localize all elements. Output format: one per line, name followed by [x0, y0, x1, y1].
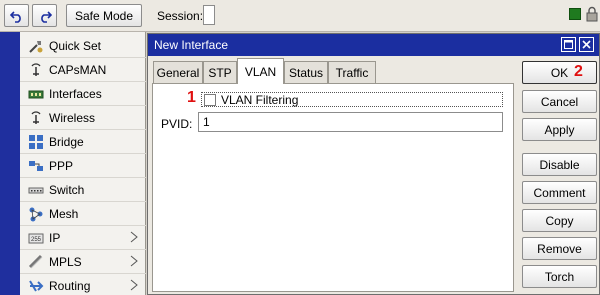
lock-icon	[586, 6, 598, 22]
sidebar-item-ip[interactable]: 255 IP	[20, 226, 146, 250]
tab-traffic[interactable]: Traffic	[328, 61, 376, 83]
comment-button[interactable]: Comment	[522, 181, 597, 204]
sidebar-item-bridge[interactable]: Bridge	[20, 130, 146, 154]
sidebar-item-quick-set[interactable]: Quick Set	[20, 34, 146, 58]
sidebar-item-ppp[interactable]: PPP	[20, 154, 146, 178]
sidebar-item-capsman[interactable]: CAPsMAN	[20, 58, 146, 82]
sidebar-item-switch[interactable]: Switch	[20, 178, 146, 202]
tab-status[interactable]: Status	[284, 61, 328, 83]
sidebar-item-label: CAPsMAN	[49, 62, 107, 77]
close-icon	[582, 40, 591, 49]
ok-button[interactable]: OK	[522, 61, 597, 84]
sidebar-item-mesh[interactable]: Mesh	[20, 202, 146, 226]
bridge-icon	[28, 134, 44, 150]
vlan-filtering-label: VLAN Filtering	[221, 92, 299, 107]
routing-icon	[28, 278, 44, 294]
sidebar-item-label: MPLS	[49, 254, 82, 269]
sidebar-item-label: Quick Set	[49, 38, 102, 53]
safe-mode-button[interactable]: Safe Mode	[66, 4, 142, 27]
svg-text:255: 255	[31, 237, 42, 243]
annotation-marker-1: 1	[187, 89, 196, 106]
new-interface-dialog: New Interface General STP VLAN Status Tr…	[147, 33, 600, 295]
tab-vlan[interactable]: VLAN	[237, 58, 284, 84]
sidebar-item-label: Mesh	[49, 206, 79, 221]
apply-button[interactable]: Apply	[522, 118, 597, 141]
disable-button[interactable]: Disable	[522, 153, 597, 176]
submenu-arrow-icon	[130, 255, 138, 267]
interfaces-icon	[28, 86, 44, 102]
cancel-button[interactable]: Cancel	[522, 90, 597, 113]
undo-button[interactable]	[4, 4, 29, 27]
submenu-arrow-icon	[130, 279, 138, 291]
wireless-icon	[28, 110, 44, 126]
dialog-titlebar[interactable]: New Interface	[148, 34, 599, 56]
close-button[interactable]	[579, 37, 594, 52]
remove-button[interactable]: Remove	[522, 237, 597, 260]
winbox-side-strip	[0, 32, 20, 295]
redo-button[interactable]	[32, 4, 57, 27]
sidebar-item-label: IP	[49, 230, 61, 245]
vlan-filtering-row[interactable]: VLAN Filtering	[201, 92, 503, 107]
redo-icon	[40, 10, 52, 23]
vlan-filtering-checkbox[interactable]	[204, 93, 216, 106]
sidebar-item-interfaces[interactable]: Interfaces	[20, 82, 146, 106]
sidebar-item-wireless[interactable]: Wireless	[20, 106, 146, 130]
capsman-icon	[28, 62, 44, 78]
undo-icon	[9, 10, 21, 23]
vlan-tab-panel: 1 VLAN Filtering PVID: 1	[152, 83, 514, 292]
maximize-button[interactable]	[561, 37, 576, 52]
sidebar-item-routing[interactable]: Routing	[20, 274, 146, 295]
sidebar-item-label: PPP	[49, 158, 74, 173]
sidebar-item-mpls[interactable]: MPLS	[20, 250, 146, 274]
mpls-icon	[28, 254, 44, 270]
sidebar-item-label: Switch	[49, 182, 85, 197]
submenu-arrow-icon	[130, 231, 138, 243]
session-label: Session:	[157, 9, 204, 23]
session-field[interactable]	[203, 5, 215, 25]
copy-button[interactable]: Copy	[522, 209, 597, 232]
dialog-title: New Interface	[154, 38, 229, 52]
pvid-input[interactable]: 1	[198, 112, 503, 132]
ip-icon: 255	[28, 230, 44, 246]
sidebar-item-label: Routing	[49, 278, 91, 293]
torch-button[interactable]: Torch	[522, 265, 597, 288]
quick-set-icon	[28, 38, 44, 54]
sidebar-menu: Quick Set CAPsMAN Interfaces Wireless Br…	[20, 32, 146, 295]
ok-button-label: OK	[550, 65, 569, 80]
maximize-icon	[564, 40, 573, 49]
switch-icon	[28, 182, 44, 198]
sidebar-item-label: Interfaces	[49, 86, 102, 101]
sidebar-item-label: Wireless	[49, 110, 96, 125]
sidebar-item-label: Bridge	[49, 134, 84, 149]
pvid-label: PVID:	[161, 117, 193, 131]
status-indicator	[569, 8, 581, 20]
tab-stp[interactable]: STP	[203, 61, 237, 83]
ppp-icon	[28, 158, 44, 174]
annotation-marker-2: 2	[574, 63, 583, 80]
main-toolbar: Safe Mode Session:	[0, 0, 600, 32]
tab-general[interactable]: General	[153, 61, 203, 83]
mesh-icon	[28, 206, 44, 222]
